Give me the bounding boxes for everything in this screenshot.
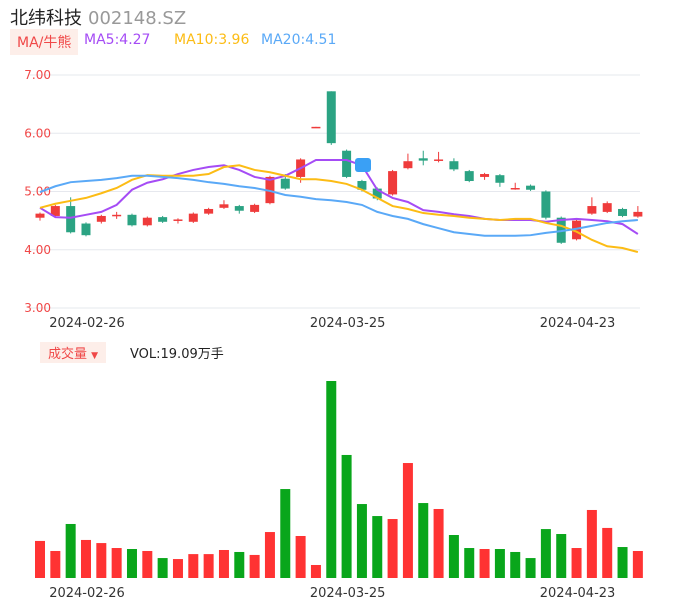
volume-bar — [556, 534, 567, 578]
volume-bar — [80, 539, 91, 578]
x-tick-label: 2024-03-25 — [310, 316, 386, 331]
volume-bar — [632, 551, 643, 578]
candle-body — [541, 191, 551, 218]
candle-body — [403, 161, 413, 169]
candle-body — [495, 175, 505, 183]
volume-bar — [602, 527, 613, 578]
volume-bar — [234, 551, 245, 578]
volume-bar — [418, 503, 429, 578]
candle-body — [127, 214, 137, 226]
volume-bar — [142, 550, 153, 578]
candle-body — [66, 206, 76, 233]
candle-body — [112, 214, 122, 217]
candle-body — [480, 174, 490, 177]
candle-body — [173, 219, 183, 221]
candle-body — [464, 171, 474, 182]
volume-bar — [96, 543, 107, 578]
stock-chart-widget: 北纬科技 002148.SZ MA/牛熊 MA5:4.27 MA10:3.96 M… — [0, 0, 686, 606]
candle-body — [388, 171, 398, 195]
y-tick-label: 7.00 — [24, 68, 51, 82]
volume-bar — [218, 549, 229, 578]
candle-body — [158, 217, 168, 222]
volume-bar — [571, 548, 582, 578]
volume-bar — [525, 558, 536, 578]
candle-body — [280, 178, 290, 189]
y-tick-label: 4.00 — [24, 243, 51, 257]
volume-bar — [280, 489, 291, 578]
volume-bar — [203, 554, 214, 578]
x-tick-label: 2024-04-23 — [540, 316, 616, 331]
volume-bar — [356, 504, 367, 578]
volume-bar — [188, 554, 199, 578]
volume-bar — [50, 550, 61, 578]
candle-body — [618, 208, 628, 216]
volume-bar — [341, 454, 352, 578]
volume-bar — [479, 549, 490, 578]
candle-body — [188, 213, 198, 222]
volume-bar — [249, 554, 260, 578]
candle-body — [142, 217, 152, 226]
volume-bar — [111, 548, 122, 578]
volume-bar — [264, 532, 275, 578]
volume-bar — [540, 529, 551, 578]
volume-bar — [464, 548, 475, 578]
volume-bar — [65, 523, 76, 578]
candle-body — [96, 215, 106, 222]
candle-body — [35, 213, 45, 218]
candle-body — [434, 159, 444, 161]
candle-body — [204, 208, 214, 214]
volume-bar — [172, 559, 183, 578]
volume-bar — [35, 540, 45, 578]
signal-marker-icon — [355, 158, 371, 172]
candle-body — [602, 203, 612, 212]
candle-body — [633, 211, 643, 217]
volume-bar — [402, 463, 413, 578]
candle-body — [526, 185, 536, 190]
candle-body — [449, 161, 459, 170]
volume-bar — [372, 516, 383, 578]
y-tick-label: 3.00 — [24, 301, 51, 315]
x-tick-label: 2024-02-26 — [49, 316, 125, 331]
candle-body — [219, 204, 229, 208]
volume-bar — [326, 381, 337, 578]
volume-bar — [310, 564, 321, 578]
price-volume-chart: 7.006.005.004.003.002024-02-262024-02-26… — [24, 68, 643, 601]
y-tick-label: 5.00 — [24, 185, 51, 199]
candle-body — [342, 150, 352, 177]
y-tick-label: 6.00 — [24, 126, 51, 140]
volume-bar — [295, 535, 306, 578]
volume-x-tick-label: 2024-02-26 — [49, 586, 125, 601]
volume-bar — [617, 547, 628, 578]
candle-body — [510, 188, 520, 190]
volume-bar — [387, 519, 398, 578]
candle-body — [234, 206, 244, 211]
volume-x-tick-label: 2024-03-25 — [310, 586, 386, 601]
volume-bar — [448, 535, 459, 578]
candle-body — [311, 126, 321, 129]
volume-bar — [510, 551, 521, 578]
volume-x-tick-label: 2024-04-23 — [540, 586, 616, 601]
candle-body — [81, 223, 91, 236]
candle-body — [418, 158, 428, 161]
volume-bar — [157, 558, 168, 578]
candle-body — [587, 206, 597, 214]
candle-body — [250, 204, 260, 212]
volume-bar — [494, 549, 505, 578]
candle-body — [326, 91, 336, 144]
volume-bar — [586, 509, 597, 578]
volume-bar — [433, 508, 444, 578]
volume-bar — [126, 549, 137, 578]
